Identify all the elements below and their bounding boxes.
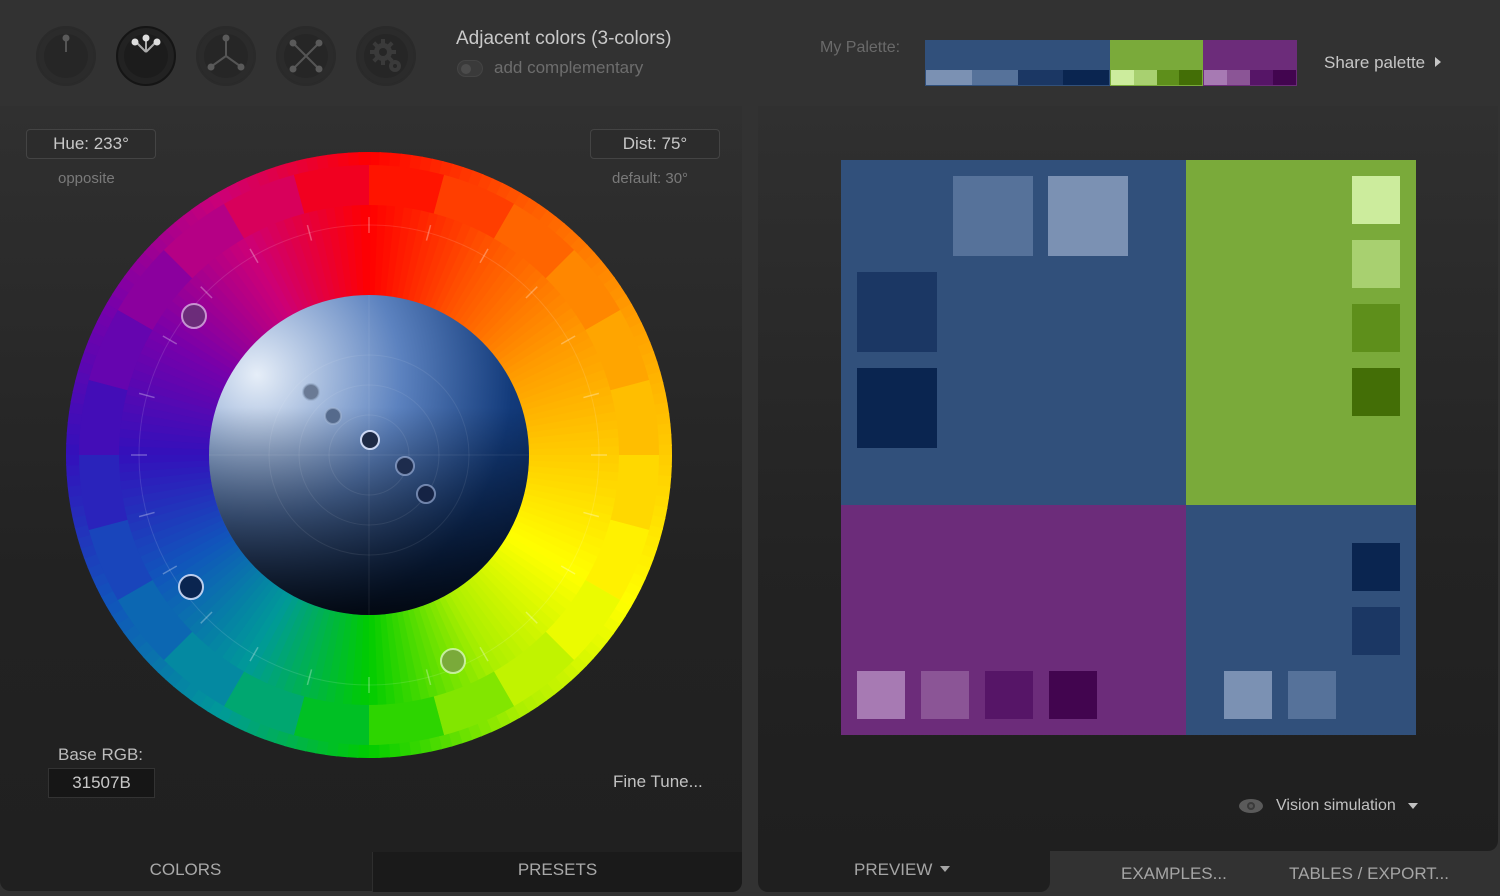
color-wheel[interactable] <box>66 152 672 758</box>
shade-marker[interactable] <box>302 383 320 401</box>
caret-right-icon <box>1435 57 1442 67</box>
preview-swatch[interactable] <box>1352 543 1400 591</box>
preview-swatch[interactable] <box>857 272 937 352</box>
tetrad-icon <box>289 39 323 73</box>
my-palette-label: My Palette: <box>820 39 901 56</box>
mode-freestyle-button[interactable] <box>356 26 416 86</box>
preview-swatch[interactable] <box>921 671 969 719</box>
tab-colors[interactable]: COLORS <box>0 852 371 892</box>
palette-shade-swatch[interactable] <box>1063 70 1109 85</box>
palette-group[interactable] <box>1203 40 1297 86</box>
preview-swatch[interactable] <box>1352 304 1400 352</box>
palette-group[interactable] <box>1110 40 1203 86</box>
mode-triad-button[interactable] <box>196 26 256 86</box>
preview-swatch[interactable] <box>1049 671 1097 719</box>
preview-swatch[interactable] <box>857 671 905 719</box>
preview-swatch[interactable] <box>1352 607 1400 655</box>
preview-swatch[interactable] <box>1352 176 1400 224</box>
tab-preview-label: PREVIEW <box>854 860 933 879</box>
mode-mono-button[interactable] <box>36 26 96 86</box>
triad-icon <box>207 34 245 71</box>
palette-shade-swatch[interactable] <box>1179 70 1202 85</box>
hue-marker-base[interactable] <box>178 574 204 600</box>
preview-swatch[interactable] <box>1288 671 1336 719</box>
mono-icon <box>62 34 70 52</box>
preview-swatch[interactable] <box>857 368 937 448</box>
preview-swatch[interactable] <box>985 671 1033 719</box>
palette-shade-swatch[interactable] <box>1273 70 1296 85</box>
palette-shade-swatch[interactable] <box>1111 70 1134 85</box>
hue-marker-adjacent[interactable] <box>440 648 466 674</box>
palette-main-swatch[interactable] <box>1203 40 1297 70</box>
complementary-toggle[interactable] <box>457 60 483 77</box>
palette-shade-swatch[interactable] <box>971 70 1018 85</box>
palette-group[interactable] <box>925 40 1110 86</box>
complementary-label[interactable]: add complementary <box>494 58 643 78</box>
palette-shades <box>1110 70 1203 86</box>
preview-swatch[interactable] <box>1224 671 1272 719</box>
share-palette-button[interactable]: Share palette <box>1324 53 1442 73</box>
gear-icon <box>370 39 401 72</box>
adjacent-icon <box>131 34 161 53</box>
palette-preview <box>841 160 1416 735</box>
vision-simulation-dropdown[interactable]: Vision simulation <box>1238 797 1418 815</box>
eye-icon <box>1239 799 1263 813</box>
scheme-mode-selector <box>36 26 416 86</box>
tab-tables-export[interactable]: TABLES / EXPORT... <box>1289 864 1449 884</box>
base-rgb-label: Base RGB: <box>58 745 144 764</box>
preview-swatch[interactable] <box>953 176 1033 256</box>
shade-marker[interactable] <box>324 407 342 425</box>
tab-examples[interactable]: EXAMPLES... <box>1121 864 1227 884</box>
tab-presets[interactable]: PRESETS <box>372 852 742 892</box>
palette-shade-swatch[interactable] <box>1156 70 1180 85</box>
chevron-down-icon <box>1407 803 1418 809</box>
palette-strip <box>925 40 1297 86</box>
palette-shade-swatch[interactable] <box>1133 70 1157 85</box>
vision-simulation-label: Vision simulation <box>1276 797 1396 814</box>
palette-shades <box>925 70 1110 86</box>
preview-swatch[interactable] <box>1352 240 1400 288</box>
hue-marker-adjacent[interactable] <box>181 303 207 329</box>
palette-shade-swatch[interactable] <box>1227 70 1250 85</box>
preview-swatch[interactable] <box>1048 176 1128 256</box>
palette-shade-swatch[interactable] <box>926 70 972 85</box>
palette-main-swatch[interactable] <box>1110 40 1203 70</box>
base-rgb-input[interactable]: 31507B <box>48 768 155 798</box>
brightness-disc[interactable] <box>209 295 529 615</box>
palette-shades <box>1203 70 1297 86</box>
palette-shade-swatch[interactable] <box>1204 70 1227 85</box>
chevron-down-icon <box>940 866 951 872</box>
base-brightness-marker[interactable] <box>360 430 380 450</box>
fine-tune-button[interactable]: Fine Tune... <box>613 772 703 792</box>
share-palette-label: Share palette <box>1324 53 1426 72</box>
mode-tetrad-button[interactable] <box>276 26 336 86</box>
toggle-knob <box>461 64 471 74</box>
tab-preview[interactable]: PREVIEW <box>854 860 951 880</box>
palette-shade-swatch[interactable] <box>1017 70 1064 85</box>
shade-marker[interactable] <box>416 484 436 504</box>
shade-marker[interactable] <box>395 456 415 476</box>
palette-shade-swatch[interactable] <box>1250 70 1273 85</box>
mode-adjacent-button[interactable] <box>116 26 176 86</box>
palette-main-swatch[interactable] <box>925 40 1110 70</box>
preview-swatch[interactable] <box>1352 368 1400 416</box>
color-rule-title: Adjacent colors (3-colors) <box>456 28 672 49</box>
